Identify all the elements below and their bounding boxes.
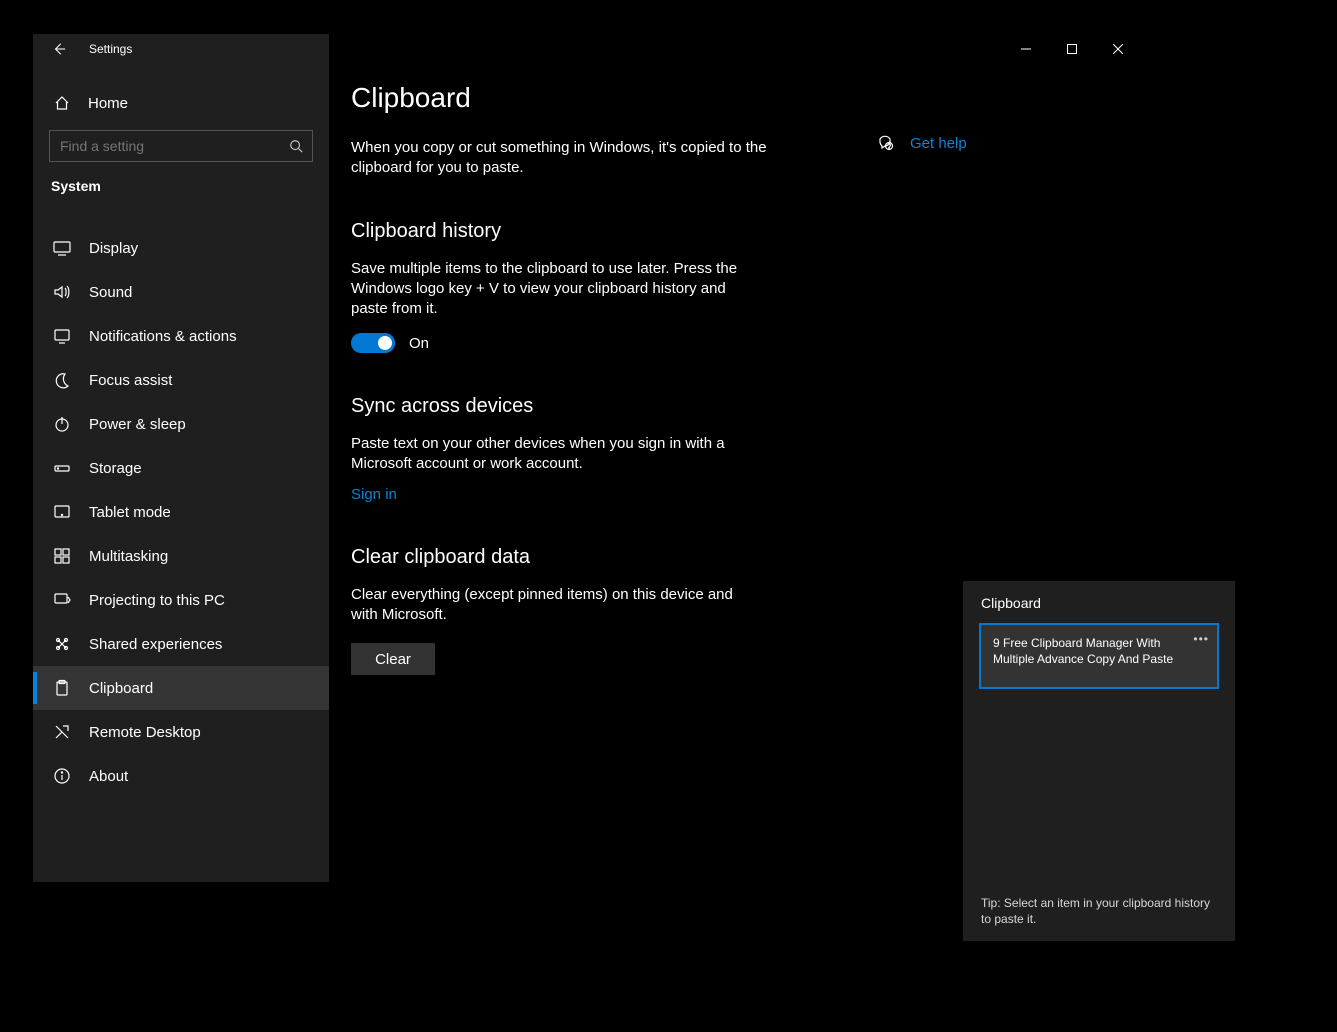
minimize-button[interactable] [1003, 34, 1049, 64]
multitasking-icon [53, 547, 71, 565]
sidebar-item-display[interactable]: Display [33, 226, 329, 270]
shared-icon [53, 635, 71, 653]
clipboard-icon [53, 679, 71, 697]
sidebar-item-focus-assist[interactable]: Focus assist [33, 358, 329, 402]
sidebar-item-sound[interactable]: Sound [33, 270, 329, 314]
close-button[interactable] [1095, 34, 1141, 64]
clipboard-item-text: 9 Free Clipboard Manager With Multiple A… [993, 636, 1173, 666]
sidebar-item-about[interactable]: About [33, 754, 329, 798]
moon-icon [53, 371, 71, 389]
back-icon[interactable] [51, 41, 67, 57]
sidebar-item-shared[interactable]: Shared experiences [33, 622, 329, 666]
history-toggle[interactable] [351, 333, 395, 353]
sidebar-item-storage[interactable]: Storage [33, 446, 329, 490]
sidebar: Settings Home System [33, 34, 329, 882]
sidebar-item-tablet[interactable]: Tablet mode [33, 490, 329, 534]
clear-heading: Clear clipboard data [351, 546, 1141, 569]
notifications-icon [53, 327, 71, 345]
sidebar-item-label: Shared experiences [89, 636, 222, 653]
sidebar-item-label: Remote Desktop [89, 724, 201, 741]
info-icon [53, 767, 71, 785]
power-icon [53, 415, 71, 433]
display-icon [53, 239, 71, 257]
sidebar-item-label: Display [89, 240, 138, 257]
get-help-link[interactable]: Get help [910, 135, 967, 152]
signin-link[interactable]: Sign in [351, 486, 397, 503]
sidebar-item-notifications[interactable]: Notifications & actions [33, 314, 329, 358]
remote-icon [53, 723, 71, 741]
toggle-knob [378, 336, 392, 350]
window-controls [1003, 34, 1141, 64]
help-block: Get help [878, 134, 967, 152]
clear-button[interactable]: Clear [351, 643, 435, 675]
sync-heading: Sync across devices [351, 395, 1141, 418]
sidebar-item-label: Focus assist [89, 372, 172, 389]
tablet-icon [53, 503, 71, 521]
sidebar-item-remote[interactable]: Remote Desktop [33, 710, 329, 754]
sidebar-item-label: Power & sleep [89, 416, 186, 433]
clipboard-item[interactable]: 9 Free Clipboard Manager With Multiple A… [979, 623, 1219, 689]
maximize-button[interactable] [1049, 34, 1095, 64]
projecting-icon [53, 591, 71, 609]
page-intro: When you copy or cut something in Window… [351, 138, 771, 178]
sidebar-item-label: Multitasking [89, 548, 168, 565]
sidebar-item-multitasking[interactable]: Multitasking [33, 534, 329, 578]
category-label: System [33, 166, 329, 206]
page-title: Clipboard [351, 82, 1141, 114]
sync-desc: Paste text on your other devices when yo… [351, 434, 761, 474]
help-icon [878, 134, 896, 152]
sidebar-item-label: Storage [89, 460, 142, 477]
sidebar-item-label: Tablet mode [89, 504, 171, 521]
home-link[interactable]: Home [33, 84, 329, 122]
nav-list: Display Sound Notifications & actions Fo… [33, 226, 329, 798]
home-label: Home [88, 95, 128, 112]
sidebar-item-projecting[interactable]: Projecting to this PC [33, 578, 329, 622]
sidebar-item-label: Sound [89, 284, 132, 301]
sidebar-item-label: Clipboard [89, 680, 153, 697]
sidebar-item-power[interactable]: Power & sleep [33, 402, 329, 446]
home-icon [53, 94, 71, 112]
app-title: Settings [89, 42, 132, 56]
search-input[interactable] [49, 130, 313, 162]
clear-desc: Clear everything (except pinned items) o… [351, 585, 761, 625]
flyout-tip: Tip: Select an item in your clipboard hi… [963, 883, 1235, 941]
clipboard-flyout: Clipboard 9 Free Clipboard Manager With … [963, 581, 1235, 941]
flyout-title: Clipboard [963, 581, 1235, 619]
sidebar-item-label: About [89, 768, 128, 785]
history-heading: Clipboard history [351, 220, 1141, 243]
sound-icon [53, 283, 71, 301]
more-icon[interactable]: ••• [1193, 631, 1209, 647]
title-bar: Settings [33, 34, 329, 64]
toggle-state-label: On [409, 335, 429, 352]
history-desc: Save multiple items to the clipboard to … [351, 259, 761, 319]
storage-icon [53, 459, 71, 477]
sidebar-item-label: Projecting to this PC [89, 592, 225, 609]
sidebar-item-label: Notifications & actions [89, 328, 237, 345]
sidebar-item-clipboard[interactable]: Clipboard [33, 666, 329, 710]
